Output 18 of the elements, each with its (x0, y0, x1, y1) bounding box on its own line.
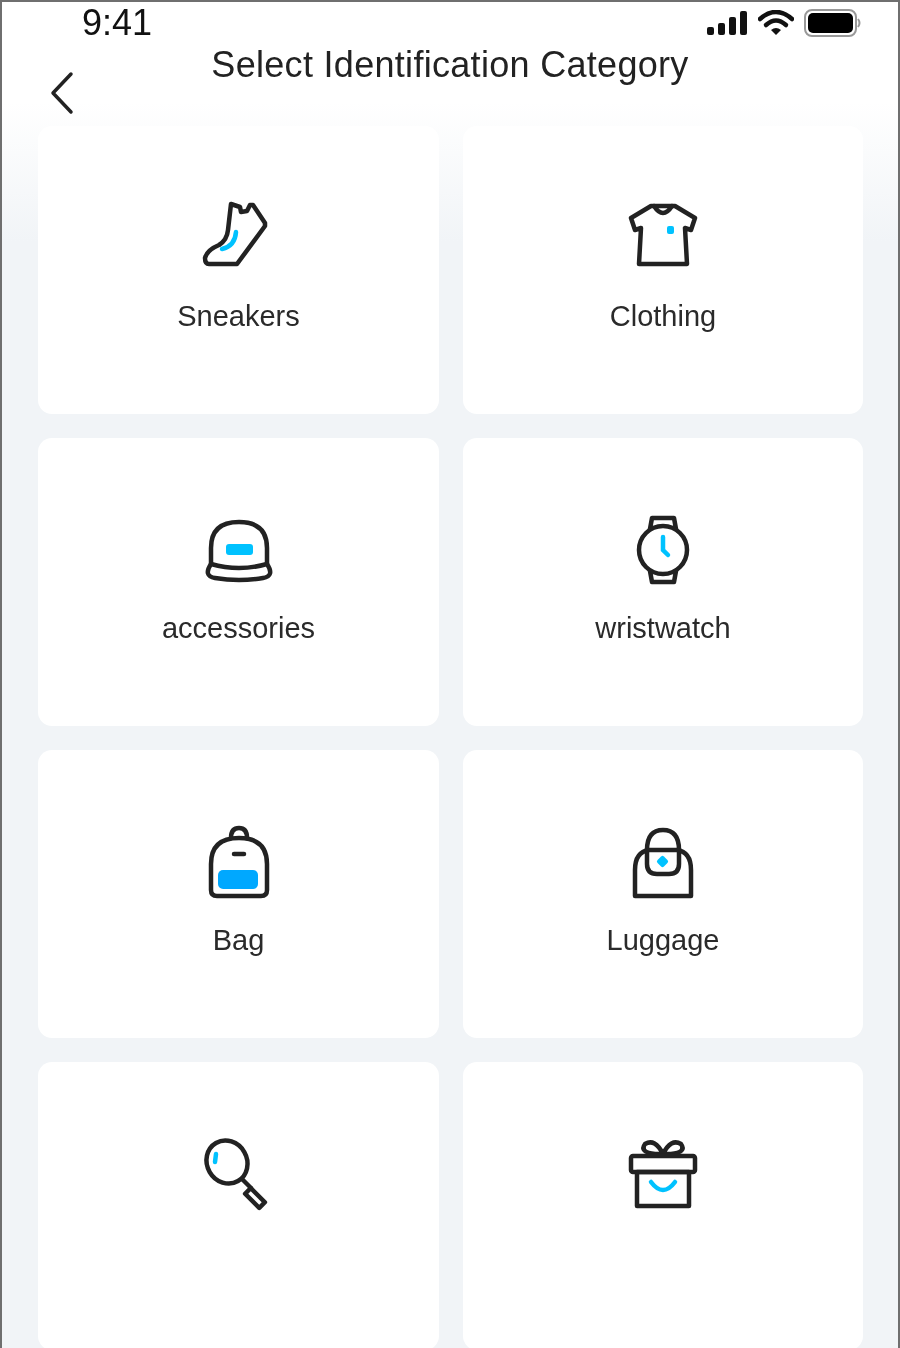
category-card[interactable] (38, 1062, 439, 1348)
category-card[interactable]: wristwatch (463, 438, 863, 726)
status-time: 9:41 (82, 2, 153, 44)
category-card[interactable]: Bag (38, 750, 439, 1038)
category-card[interactable]: Luggage (463, 750, 863, 1038)
category-label: Sneakers (177, 300, 300, 333)
category-label: accessories (161, 612, 316, 645)
category-label: Luggage (606, 924, 720, 957)
wifi-icon (758, 10, 794, 36)
back-icon (49, 71, 75, 115)
category-card[interactable] (463, 1062, 863, 1348)
category-label: Clothing (609, 300, 717, 333)
category-label: Bag (212, 924, 265, 957)
signal-icon (706, 11, 748, 35)
battery-icon (804, 9, 862, 37)
category-label: wristwatch (595, 612, 731, 645)
category-card[interactable]: accessories (38, 438, 439, 726)
page-title: Select Identification Category (211, 44, 689, 86)
